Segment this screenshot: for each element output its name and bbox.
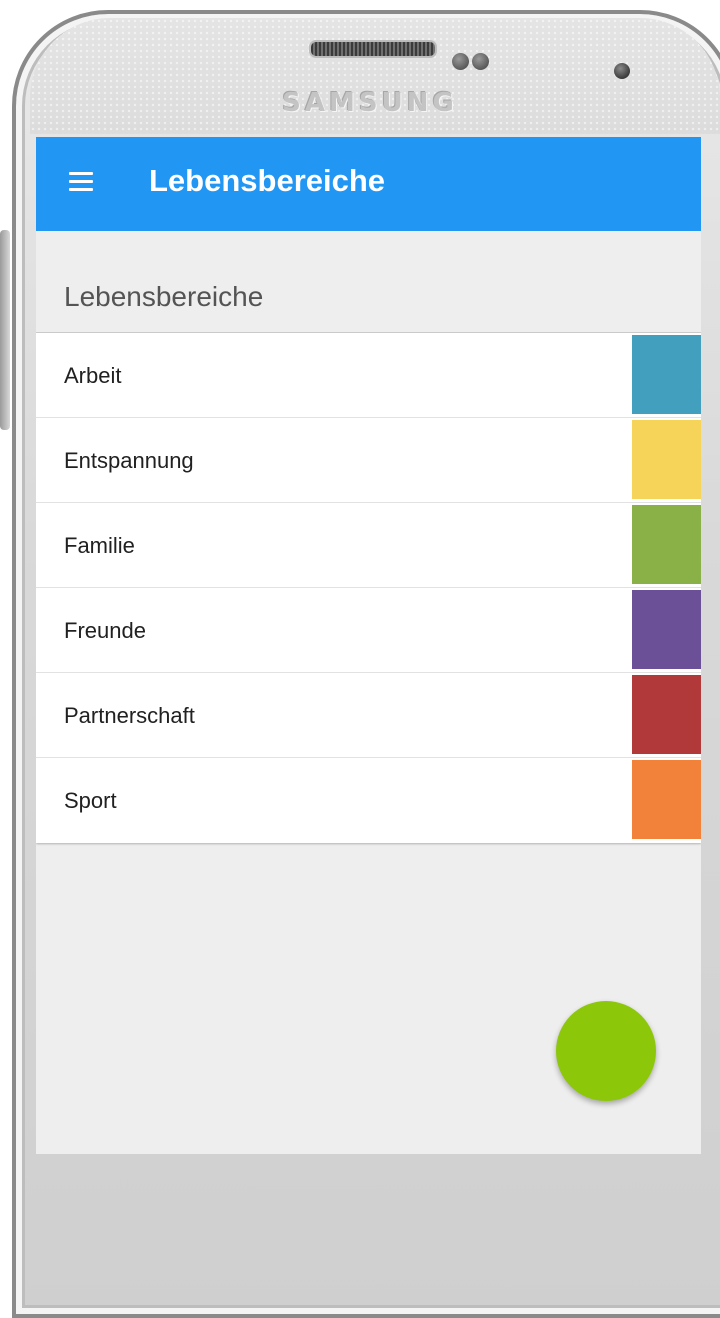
phone-device: SAMSUNG Lebensbereiche Lebensbereiche Ar… [0,0,720,1318]
list-item-label: Entspannung [64,448,194,473]
section-header: Lebensbereiche [36,231,701,333]
app-bar: Lebensbereiche [36,137,701,231]
color-swatch [632,590,701,669]
life-areas-list: Arbeit Entspannung Familie Freunde Partn… [36,333,701,843]
list-item-label: Freunde [64,618,146,643]
add-fab-button[interactable] [556,1001,656,1101]
device-brand-logo: SAMSUNG [282,88,458,118]
app-bar-title: Lebensbereiche [149,163,386,198]
color-swatch [632,335,701,414]
list-item-entspannung[interactable]: Entspannung [36,418,701,503]
list-item-familie[interactable]: Familie [36,503,701,588]
proximity-sensor [452,53,469,70]
color-swatch [632,420,701,499]
list-item-label: Arbeit [64,363,122,388]
list-item-label: Sport [64,788,117,813]
light-sensor [472,53,489,70]
color-swatch [632,675,701,754]
section-title: Lebensbereiche [64,281,264,312]
app-screen: Lebensbereiche Lebensbereiche Arbeit Ent… [36,137,701,1154]
front-camera [614,63,630,79]
hamburger-menu-icon[interactable] [69,172,93,192]
list-item-freunde[interactable]: Freunde [36,588,701,673]
color-swatch [632,505,701,584]
list-item-label: Partnerschaft [64,703,195,728]
earpiece-speaker [309,40,437,58]
side-volume-button [0,230,10,430]
list-item-sport[interactable]: Sport [36,758,701,843]
color-swatch [632,760,701,839]
list-item-arbeit[interactable]: Arbeit [36,333,701,418]
list-item-partnerschaft[interactable]: Partnerschaft [36,673,701,758]
list-item-label: Familie [64,533,135,558]
